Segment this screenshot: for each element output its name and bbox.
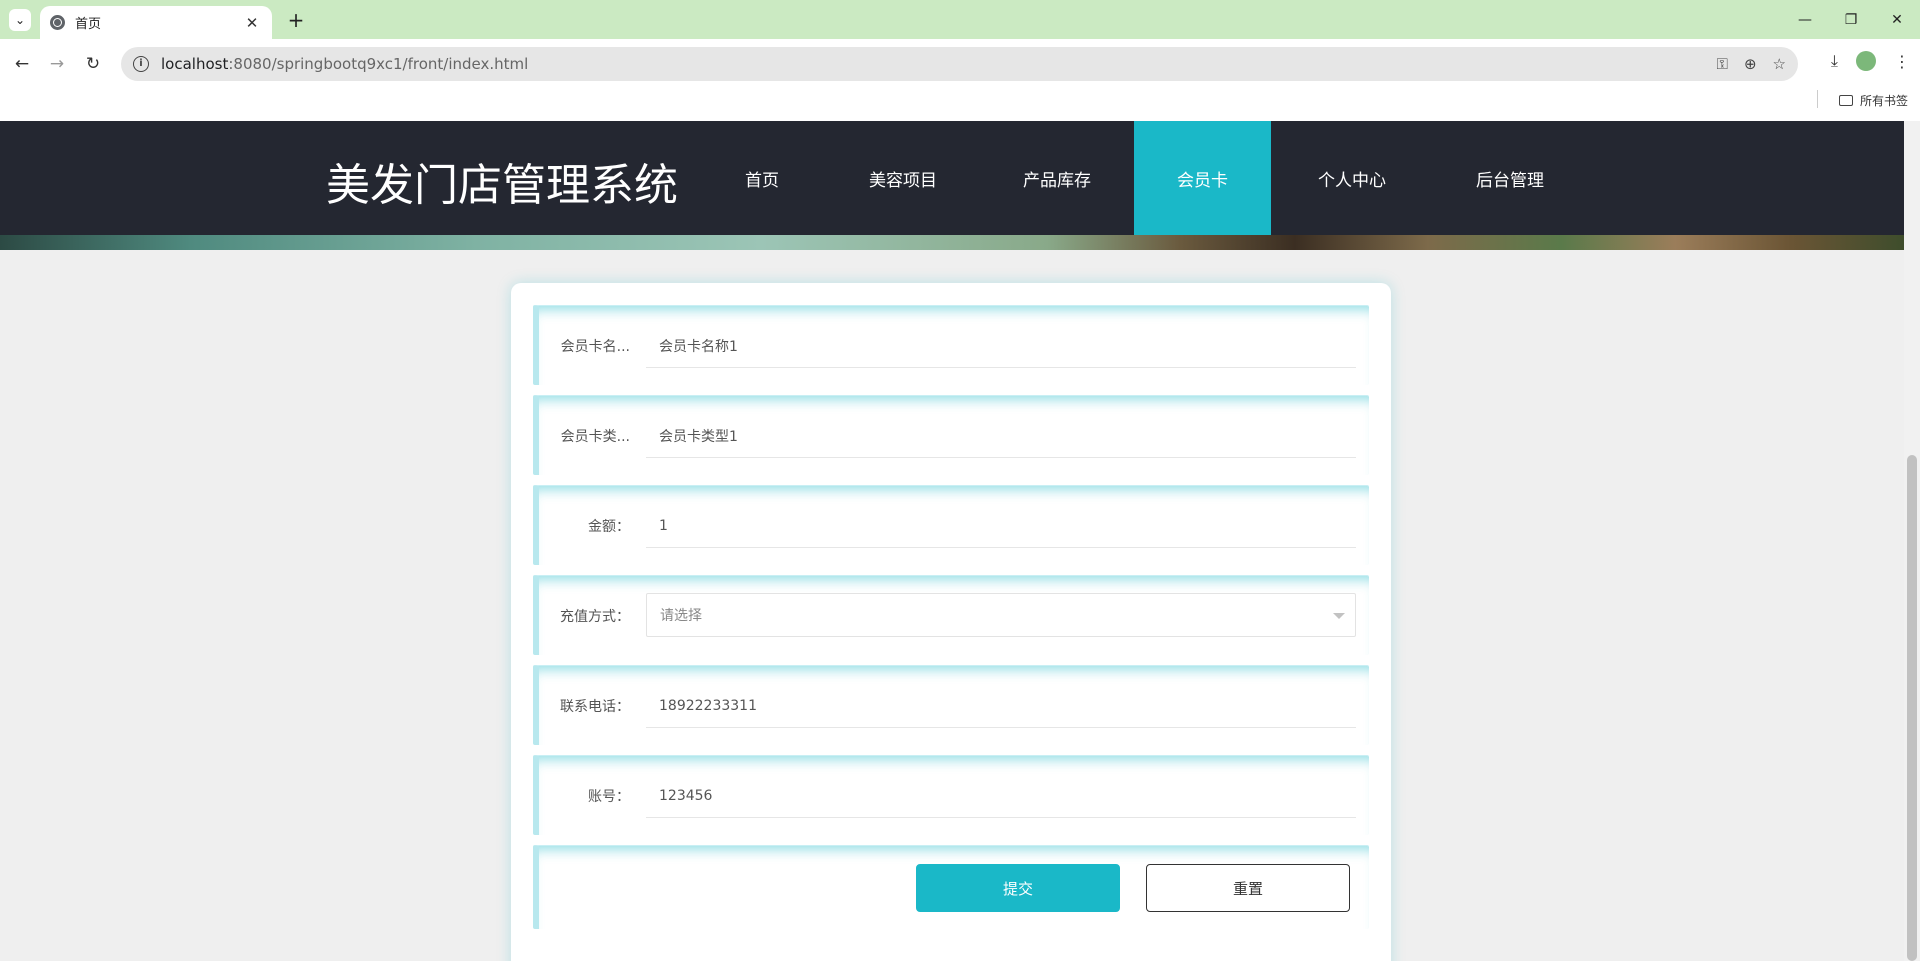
- url-path: :8080/springbootq9xc1/front/index.html: [228, 55, 529, 73]
- star-icon[interactable]: ☆: [1773, 55, 1786, 73]
- browser-tab[interactable]: 首页 ✕: [40, 6, 272, 39]
- close-tab-icon[interactable]: ✕: [242, 14, 262, 32]
- nav-product-inventory[interactable]: 产品库存: [1005, 121, 1109, 235]
- back-button[interactable]: ←: [9, 51, 35, 77]
- profile-avatar[interactable]: [1856, 51, 1876, 71]
- phone-input[interactable]: [646, 684, 1356, 728]
- browser-toolbar: ← → ↻ i localhost :8080/springbootq9xc1/…: [0, 39, 1920, 124]
- form-row-actions: 提交 重置: [533, 845, 1369, 929]
- select-placeholder: 请选择: [660, 608, 702, 624]
- nav-personal-center[interactable]: 个人中心: [1300, 121, 1404, 235]
- nav-home[interactable]: 首页: [717, 121, 807, 235]
- minimize-button[interactable]: —: [1782, 0, 1828, 39]
- site-header: 美发门店管理系统 首页 美容项目 产品库存 会员卡 个人中心 后台管理: [0, 121, 1904, 235]
- form-row-recharge-method: 充值方式： 请选择: [533, 575, 1369, 655]
- menu-icon[interactable]: ⋮: [1894, 52, 1910, 71]
- zoom-icon[interactable]: ⊕: [1744, 55, 1757, 73]
- form-row-account: 账号：: [533, 755, 1369, 835]
- account-label: 账号：: [588, 789, 630, 805]
- site-info-icon[interactable]: i: [133, 56, 149, 72]
- close-window-button[interactable]: ✕: [1874, 0, 1920, 39]
- member-card-form: 会员卡名... 会员卡类... 金额： 充值方式： 请选择 联系电话： 账号： …: [511, 283, 1391, 961]
- page-scrollbar[interactable]: [1904, 121, 1920, 961]
- amount-label: 金额：: [588, 519, 630, 535]
- folder-icon: [1838, 95, 1853, 106]
- nav-admin[interactable]: 后台管理: [1458, 121, 1562, 235]
- key-icon[interactable]: ⚿: [1717, 55, 1728, 73]
- banner-image: [0, 234, 1904, 250]
- card-name-label: 会员卡名...: [560, 339, 630, 355]
- url-host: localhost: [161, 55, 229, 73]
- card-name-input[interactable]: [646, 324, 1356, 368]
- restore-button[interactable]: ❐: [1828, 0, 1874, 39]
- download-icon[interactable]: ⤓: [1831, 51, 1838, 71]
- recharge-method-label: 充值方式：: [560, 609, 630, 625]
- forward-button[interactable]: →: [44, 51, 70, 77]
- reload-button[interactable]: ↻: [80, 51, 106, 77]
- bookmarks-label: 所有书签: [1859, 94, 1908, 108]
- caret-down-icon: [1333, 613, 1345, 619]
- window-controls: — ❐ ✕: [1782, 0, 1920, 39]
- reset-button[interactable]: 重置: [1146, 864, 1350, 912]
- form-row-card-name: 会员卡名...: [533, 305, 1369, 385]
- nav-beauty-projects[interactable]: 美容项目: [851, 121, 955, 235]
- amount-input[interactable]: [646, 504, 1356, 548]
- card-type-input[interactable]: [646, 414, 1356, 458]
- bookmark-separator: [1817, 90, 1818, 108]
- recharge-method-select[interactable]: 请选择: [646, 593, 1356, 637]
- form-row-amount: 金额：: [533, 485, 1369, 565]
- account-input[interactable]: [646, 774, 1356, 818]
- submit-button[interactable]: 提交: [916, 864, 1120, 912]
- tab-search-button[interactable]: ⌄: [9, 9, 31, 31]
- scrollbar-thumb[interactable]: [1907, 455, 1917, 961]
- phone-label: 联系电话：: [560, 699, 630, 715]
- card-type-label: 会员卡类...: [560, 429, 630, 445]
- globe-icon: [50, 15, 65, 30]
- address-bar[interactable]: i localhost :8080/springbootq9xc1/front/…: [121, 47, 1798, 81]
- tab-title: 首页: [75, 17, 102, 32]
- site-title: 美发门店管理系统: [326, 160, 678, 211]
- form-row-phone: 联系电话：: [533, 665, 1369, 745]
- new-tab-button[interactable]: +: [284, 8, 308, 32]
- form-row-card-type: 会员卡类...: [533, 395, 1369, 475]
- browser-tab-bar: ⌄ 首页 ✕ + — ❐ ✕: [0, 0, 1920, 39]
- nav-member-card[interactable]: 会员卡: [1134, 121, 1271, 235]
- all-bookmarks[interactable]: 所有书签: [1838, 92, 1908, 109]
